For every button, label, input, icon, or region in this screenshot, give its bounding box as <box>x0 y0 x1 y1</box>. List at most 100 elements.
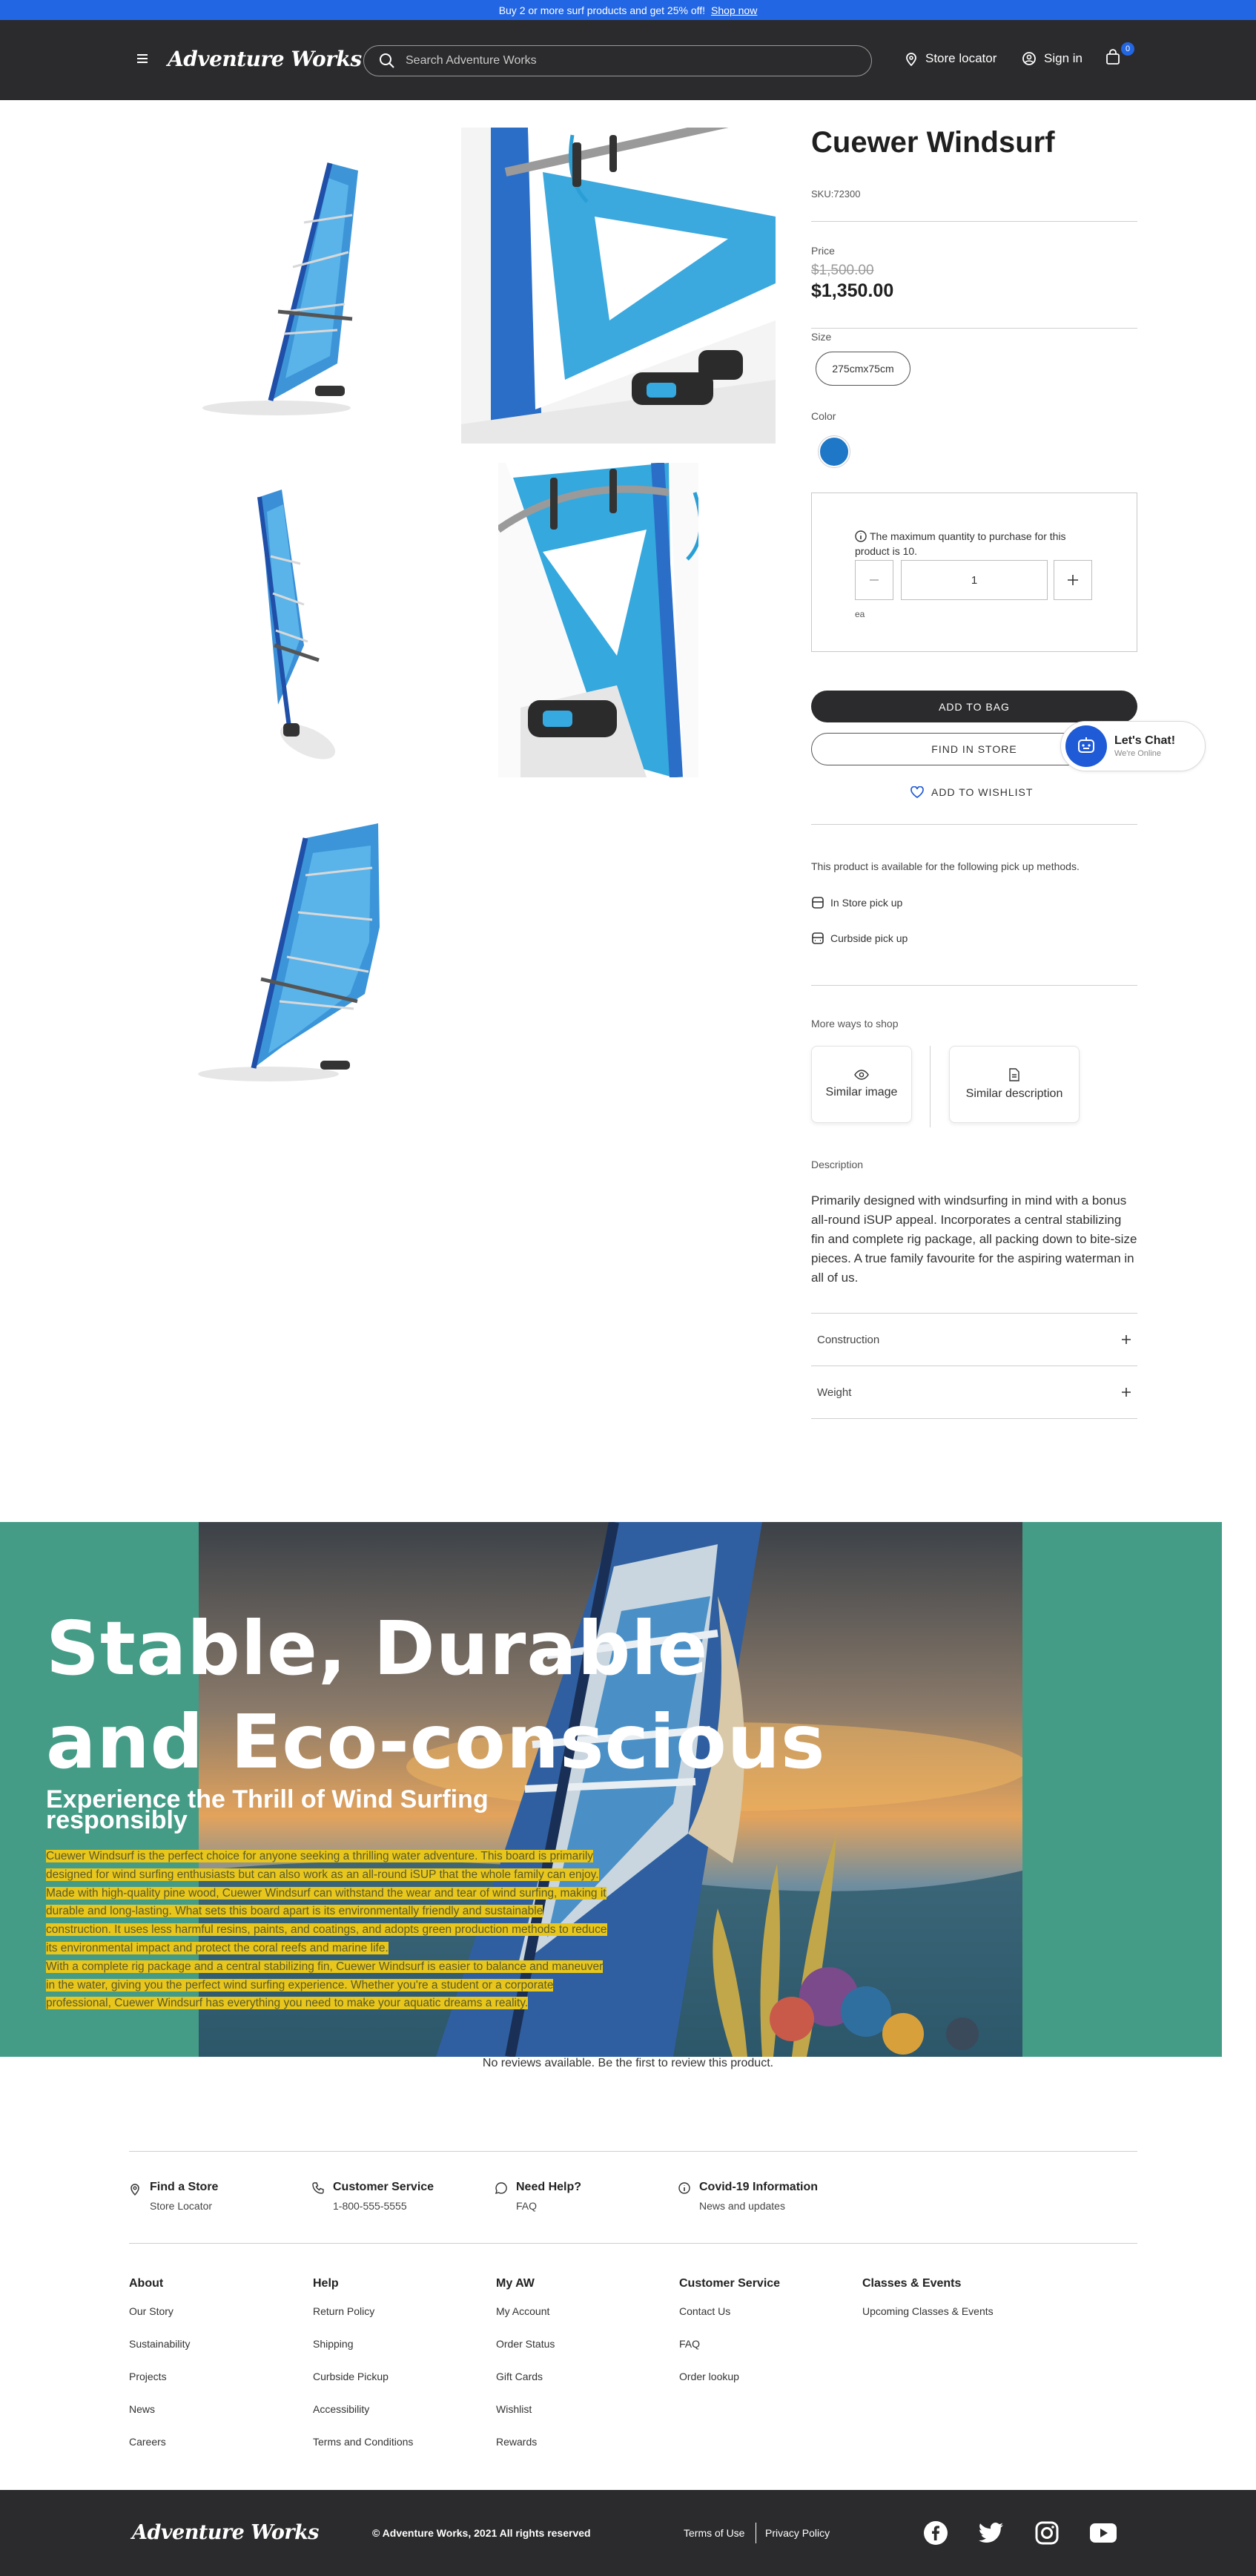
color-swatch-blue[interactable] <box>818 435 850 468</box>
footer-link[interactable]: Return Policy <box>313 2305 413 2338</box>
footer-help-sub: FAQ <box>516 2200 538 2212</box>
brand-logo[interactable]: Adventure Works <box>168 47 362 71</box>
footer-col-help: Help Return Policy Shipping Curbside Pic… <box>313 2277 413 2468</box>
divider <box>129 2243 1137 2244</box>
footer-help-find-store[interactable]: Find a Store Store Locator <box>129 2181 218 2212</box>
chat-bot-icon <box>1065 725 1107 767</box>
footer-link[interactable]: Order Status <box>496 2338 555 2371</box>
chat-widget[interactable]: Let's Chat! We're Online <box>1060 721 1206 771</box>
footer-link[interactable]: Careers <box>129 2436 191 2468</box>
search-placeholder: Search Adventure Works <box>406 54 537 67</box>
footer-help-customer-service[interactable]: Customer Service 1-800-555-5555 <box>312 2181 434 2212</box>
product-description: Primarily designed with windsurfing in m… <box>811 1193 1137 1285</box>
footer-help-need-help[interactable]: Need Help? FAQ <box>495 2181 581 2212</box>
sign-in-link[interactable]: Sign in <box>1022 51 1083 66</box>
price-label: Price <box>811 245 835 257</box>
similar-image-button[interactable]: Similar image <box>811 1046 912 1123</box>
eye-icon <box>854 1070 869 1080</box>
similar-image-label: Similar image <box>825 1086 898 1098</box>
facebook-icon[interactable] <box>924 2521 948 2549</box>
similar-description-label: Similar description <box>965 1087 1063 1100</box>
youtube-icon[interactable] <box>1090 2523 1117 2546</box>
footer-help-sub: Store Locator <box>150 2200 213 2212</box>
footer-link[interactable]: Gift Cards <box>496 2371 555 2403</box>
cart-button[interactable]: 0 <box>1105 42 1134 70</box>
footer-col-heading: Classes & Events <box>862 2277 962 2290</box>
product-image-5[interactable] <box>194 816 394 1090</box>
footer-col-heading: My AW <box>496 2277 535 2290</box>
quantity-increment-button[interactable] <box>1054 560 1092 600</box>
size-option[interactable]: 275cmx75cm <box>816 352 910 386</box>
footer-col-about: About Our Story Sustainability Projects … <box>129 2277 191 2468</box>
accordion-construction-label: Construction <box>817 1333 880 1346</box>
footer-link[interactable]: Contact Us <box>679 2305 780 2338</box>
footer-col-heading: Help <box>313 2277 339 2290</box>
store-locator-link[interactable]: Store locator <box>905 51 996 66</box>
footer-link[interactable]: FAQ <box>679 2338 780 2371</box>
footer-help-sub: News and updates <box>699 2200 785 2212</box>
product-title: Cuewer Windsurf <box>811 126 1055 159</box>
add-to-bag-button[interactable]: ADD TO BAG <box>811 691 1137 722</box>
divider <box>811 985 1137 986</box>
footer-col-heading: Customer Service <box>679 2277 781 2290</box>
chat-title: Let's Chat! <box>1114 734 1176 747</box>
promo-text: Buy 2 or more surf products and get 25% … <box>498 4 706 16</box>
twitter-icon[interactable] <box>979 2523 1004 2547</box>
similar-description-button[interactable]: Similar description <box>949 1046 1080 1123</box>
footer-brand-logo[interactable]: Adventure Works <box>132 2521 320 2544</box>
quantity-note-text: The maximum quantity to purchase for thi… <box>855 530 1066 557</box>
add-to-wishlist-button[interactable]: ADD TO WISHLIST <box>910 786 1033 798</box>
current-price: $1,350.00 <box>811 280 894 301</box>
accordion-construction[interactable]: Construction <box>811 1314 1137 1366</box>
footer-col-my-aw: My AW My Account Order Status Gift Cards… <box>496 2277 555 2468</box>
promo-shop-now-link[interactable]: Shop now <box>711 4 757 16</box>
footer-help-covid[interactable]: Covid-19 Information News and updates <box>678 2181 818 2212</box>
accordion-weight[interactable]: Weight <box>811 1366 1137 1418</box>
phone-icon <box>312 2182 324 2194</box>
product-sku: SKU:72300 <box>811 188 861 200</box>
footer-help-title: Customer Service <box>333 2181 434 2193</box>
map-pin-icon <box>130 2184 139 2195</box>
footer-link[interactable]: Rewards <box>496 2436 555 2468</box>
product-image-2[interactable] <box>461 128 776 444</box>
footer-link[interactable]: Order lookup <box>679 2371 780 2403</box>
product-image-3[interactable] <box>237 482 363 761</box>
heart-icon <box>910 786 924 798</box>
footer-link[interactable]: Upcoming Classes & Events <box>862 2305 994 2338</box>
hero-paragraph-1: Cuewer Windsurf is the perfect choice fo… <box>46 1850 599 1881</box>
product-image-4[interactable] <box>498 463 698 777</box>
old-price: $1,500.00 <box>811 263 874 278</box>
footer-col-classes-events: Classes & Events Upcoming Classes & Even… <box>862 2277 994 2338</box>
footer-link[interactable]: Terms and Conditions <box>313 2436 413 2468</box>
privacy-link[interactable]: Privacy Policy <box>765 2527 830 2539</box>
hamburger-menu-icon[interactable] <box>135 51 150 70</box>
search-input[interactable]: Search Adventure Works <box>363 45 872 76</box>
footer-link[interactable]: Sustainability <box>129 2338 191 2371</box>
description-label: Description <box>811 1159 864 1170</box>
hero-subheading: Experience the Thrill of Wind Surfing re… <box>46 1785 489 1834</box>
footer-help-title: Find a Store <box>150 2181 219 2193</box>
instagram-icon[interactable] <box>1035 2521 1059 2549</box>
product-image-1[interactable] <box>196 141 389 423</box>
sign-in-label: Sign in <box>1044 51 1083 65</box>
footer-link[interactable]: News <box>129 2403 191 2436</box>
footer-col-customer-service: Customer Service Contact Us FAQ Order lo… <box>679 2277 780 2403</box>
divider <box>811 824 1137 825</box>
info-icon <box>678 2182 690 2194</box>
footer-link[interactable]: Our Story <box>129 2305 191 2338</box>
footer-link[interactable]: Shipping <box>313 2338 413 2371</box>
wishlist-label: ADD TO WISHLIST <box>931 786 1034 798</box>
footer-link[interactable]: Curbside Pickup <box>313 2371 413 2403</box>
map-pin-icon <box>906 53 916 66</box>
site-header: Adventure Works Search Adventure Works S… <box>0 20 1256 100</box>
footer-link[interactable]: Projects <box>129 2371 191 2403</box>
terms-link[interactable]: Terms of Use <box>684 2527 744 2539</box>
quantity-decrement-button[interactable] <box>855 560 893 600</box>
footer-link[interactable]: My Account <box>496 2305 555 2338</box>
divider <box>930 1046 931 1127</box>
pickup-curbside-label: Curbside pick up <box>830 932 908 944</box>
footer-link[interactable]: Wishlist <box>496 2403 555 2436</box>
quantity-input[interactable]: 1 <box>901 560 1048 600</box>
quantity-panel: The maximum quantity to purchase for thi… <box>811 493 1137 652</box>
footer-link[interactable]: Accessibility <box>313 2403 413 2436</box>
